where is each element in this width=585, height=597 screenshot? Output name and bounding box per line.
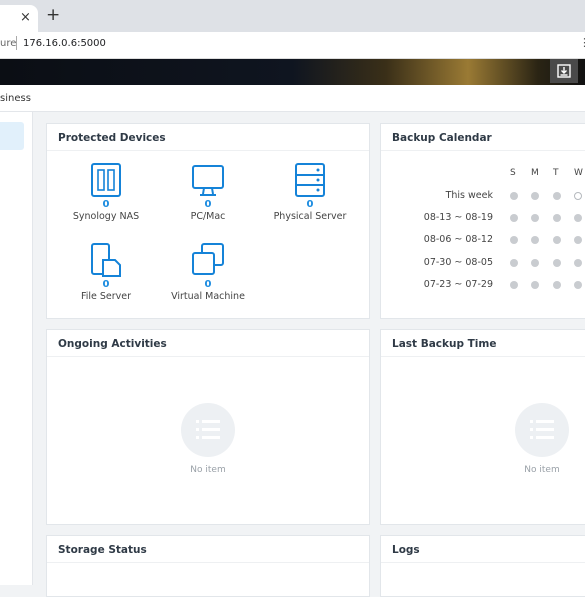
url-text[interactable]: 176.16.0.6:5000: [23, 38, 106, 49]
device-count: 0: [204, 279, 212, 290]
calendar-day-dot[interactable]: [510, 236, 518, 244]
device-label: Synology NAS: [72, 211, 140, 222]
card-title: Ongoing Activities: [58, 338, 167, 350]
download-icon: [557, 64, 571, 78]
sidebar-item-overview[interactable]: [0, 122, 24, 150]
divider: [381, 150, 585, 151]
sidebar: [0, 112, 33, 585]
logs-card: Logs: [380, 535, 585, 597]
calendar-day-dot[interactable]: [531, 214, 539, 222]
new-tab-button[interactable]: +: [46, 6, 60, 24]
calendar-day-dot[interactable]: [510, 259, 518, 267]
device-label: PC/Mac: [190, 211, 226, 222]
ongoing-activities-card: Ongoing Activities No item: [46, 329, 370, 525]
device-file-server[interactable]: 0 File Server: [56, 242, 156, 303]
divider: [47, 356, 369, 357]
calendar-day-dot[interactable]: [574, 192, 582, 200]
device-count: 0: [204, 199, 212, 210]
browser-tab-bar: × +: [0, 0, 585, 32]
card-title: Protected Devices: [58, 132, 166, 144]
virtual-machine-icon: [192, 243, 224, 275]
nas-icon: [91, 163, 121, 197]
calendar-day-dot[interactable]: [553, 192, 561, 200]
device-synology-nas[interactable]: 0 Synology NAS: [56, 162, 156, 223]
calendar-day-dot[interactable]: [574, 281, 582, 289]
week-label: 07-23 ~ 07-29: [423, 279, 493, 290]
app-title-bar: siness: [0, 85, 585, 112]
address-bar[interactable]: ure 176.16.0.6:5000 ⋮: [0, 32, 585, 59]
device-label: Virtual Machine: [171, 291, 245, 302]
calendar-day-dot[interactable]: [510, 281, 518, 289]
device-count: 0: [102, 199, 110, 210]
security-indicator[interactable]: ure: [0, 38, 16, 49]
empty-state: No item: [148, 403, 268, 475]
device-count: 0: [102, 279, 110, 290]
card-title: Storage Status: [58, 544, 147, 556]
device-count: 0: [306, 199, 314, 210]
calendar-day-dot[interactable]: [553, 281, 561, 289]
calendar-day-dot[interactable]: [574, 236, 582, 244]
day-header: W: [574, 168, 583, 178]
list-icon: [181, 403, 235, 457]
calendar-day-dot[interactable]: [574, 259, 582, 267]
device-label: Physical Server: [273, 211, 347, 222]
day-header: S: [510, 168, 516, 178]
calendar-day-dot[interactable]: [553, 259, 561, 267]
file-server-icon: [91, 243, 121, 277]
calendar-day-dot[interactable]: [531, 192, 539, 200]
day-header: T: [553, 168, 559, 178]
close-tab-icon[interactable]: ×: [20, 11, 31, 25]
download-button[interactable]: [550, 59, 578, 83]
device-pc-mac[interactable]: 0 PC/Mac: [158, 162, 258, 223]
protected-devices-card: Protected Devices 0 Synology NAS 0 PC/Ma…: [46, 123, 370, 319]
divider: [381, 562, 585, 563]
calendar-day-dot[interactable]: [531, 281, 539, 289]
week-label: 08-13 ~ 08-19: [423, 212, 493, 223]
calendar-day-dot[interactable]: [531, 259, 539, 267]
week-label: 08-06 ~ 08-12: [423, 234, 493, 245]
divider: [47, 562, 369, 563]
day-header: M: [531, 168, 539, 178]
device-physical-server[interactable]: 0 Physical Server: [260, 162, 360, 223]
week-label: This week: [445, 190, 493, 201]
browser-menu-icon[interactable]: ⋮: [579, 36, 585, 49]
browser-tab[interactable]: ×: [0, 5, 38, 32]
server-icon: [295, 163, 325, 197]
calendar-day-dot[interactable]: [510, 192, 518, 200]
device-virtual-machine[interactable]: 0 Virtual Machine: [158, 242, 258, 303]
app-header-banner: [0, 59, 585, 85]
calendar-day-dot[interactable]: [574, 214, 582, 222]
calendar-day-dot[interactable]: [510, 214, 518, 222]
divider: [381, 356, 585, 357]
address-divider: [16, 36, 17, 50]
week-label: 07-30 ~ 08-05: [423, 257, 493, 268]
card-title: Logs: [392, 544, 420, 556]
card-title: Last Backup Time: [392, 338, 497, 350]
storage-status-card: Storage Status: [46, 535, 370, 597]
empty-state: No item: [482, 403, 585, 475]
divider: [47, 150, 369, 151]
app-title: siness: [0, 93, 31, 104]
last-backup-time-card: Last Backup Time No item: [380, 329, 585, 525]
card-title: Backup Calendar: [392, 132, 492, 144]
list-icon: [515, 403, 569, 457]
calendar-day-dot[interactable]: [553, 236, 561, 244]
calendar-day-dot[interactable]: [553, 214, 561, 222]
empty-state-label: No item: [524, 465, 560, 475]
device-label: File Server: [80, 291, 132, 302]
monitor-icon: [192, 165, 224, 196]
empty-state-label: No item: [190, 465, 226, 475]
calendar-day-dot[interactable]: [531, 236, 539, 244]
